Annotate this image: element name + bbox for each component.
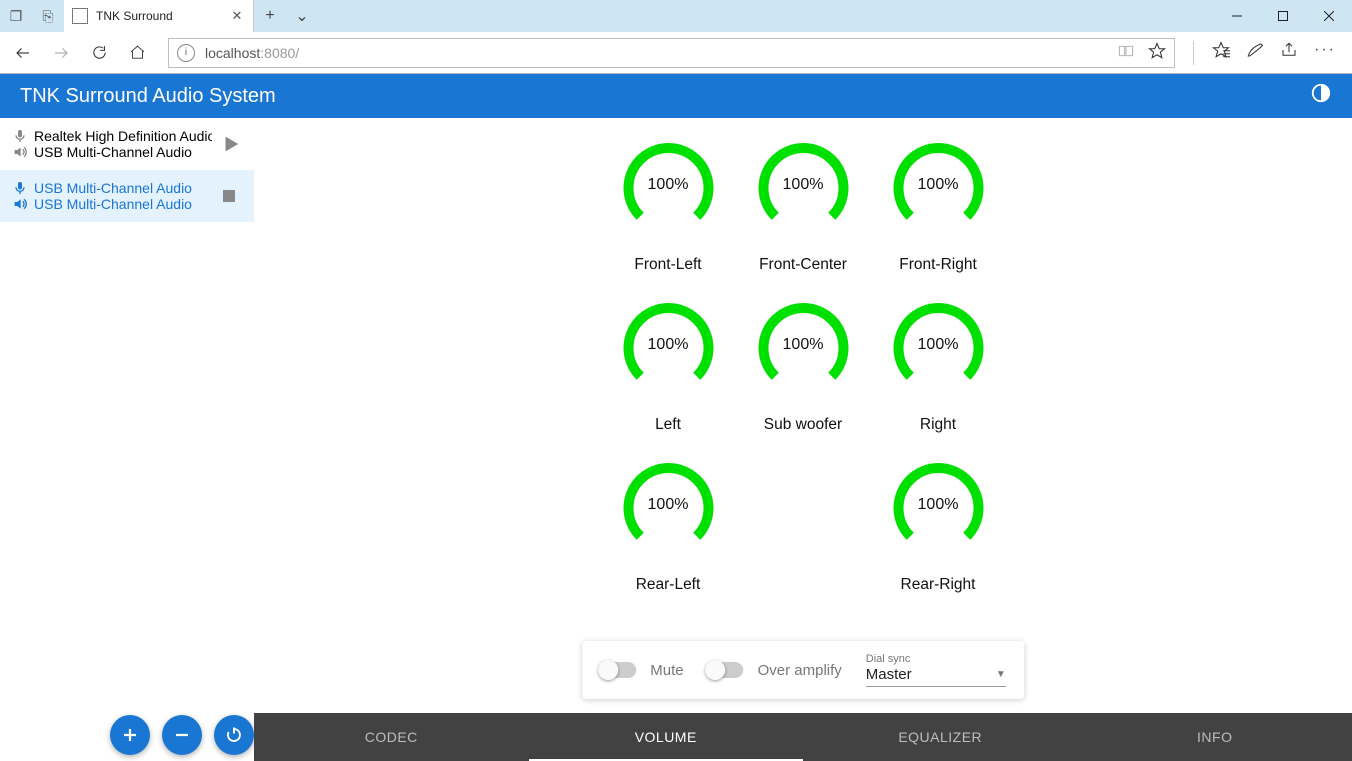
overlapping-windows-icon[interactable]: ❐ [0,8,32,25]
gauge-value: 100% [613,176,723,194]
dial-sync-select-value: Master [866,665,1006,686]
gauge-grid: 100% Front-Left 100% Front-Center 100% Front-… [601,138,1006,610]
device-sidebar: Realtek High Definition AudioUSB Multi-C… [0,118,254,761]
gauge-label: Left [655,416,681,434]
share-icon[interactable] [1280,41,1298,64]
speaker-icon [12,144,28,160]
gauge-label: Rear-Left [636,576,701,594]
browser-tab[interactable]: TNK Surround ✕ [64,0,254,32]
address-bar[interactable]: i localhost:8080/ [168,38,1175,68]
dial-sync-select-label: Dial sync [866,653,1006,665]
over-amplify-toggle-label: Over amplify [758,662,842,679]
volume-gauge[interactable]: 100% Left [601,298,736,450]
volume-gauge[interactable]: 100% Sub woofer [736,298,871,450]
gauge-value: 100% [613,336,723,354]
tab-info[interactable]: INFO [1078,713,1352,761]
tab-favicon-icon [72,8,88,24]
window-maximize-button[interactable] [1260,0,1306,32]
nav-back-button[interactable] [6,36,40,70]
url-host: localhost [205,45,260,61]
volume-gauge[interactable]: 100% Rear-Right [871,458,1006,610]
volume-gauge[interactable]: 100% Front-Center [736,138,871,290]
gauge-value: 100% [883,176,993,194]
device-output-label: USB Multi-Channel Audio [34,144,192,160]
volume-gauge[interactable]: 100% Right [871,298,1006,450]
main-pane: 100% Front-Left 100% Front-Center 100% Front-… [254,118,1352,761]
tabs-dropdown-icon[interactable]: ⌄ [286,6,318,26]
device-item[interactable]: Realtek High Definition AudioUSB Multi-C… [0,118,254,170]
site-info-icon[interactable]: i [177,44,195,62]
nav-home-button[interactable] [120,36,154,70]
add-device-button[interactable] [110,715,150,755]
tab-close-button[interactable]: ✕ [229,8,245,24]
tab-codec[interactable]: CODEC [254,713,529,761]
bottom-tabs: CODECVOLUMEEQUALIZERINFO [254,713,1352,761]
gauge-label: Front-Left [634,256,701,274]
gauge-label: Front-Center [759,256,847,274]
chevron-down-icon: ▼ [996,669,1006,680]
browser-toolbar: i localhost:8080/ ··· [0,32,1352,74]
window-minimize-button[interactable] [1214,0,1260,32]
device-input-label: USB Multi-Channel Audio [34,180,192,196]
mute-toggle-label: Mute [650,662,683,679]
device-input-label: Realtek High Definition Audio [34,128,212,144]
stop-button[interactable] [220,187,248,205]
gauge-label: Sub woofer [764,416,842,434]
controls-card: Mute Over amplify Dial sync Master ▼ [582,641,1024,699]
tab-equalizer[interactable]: EQUALIZER [803,713,1078,761]
window-controls [1214,0,1352,32]
gauge-value: 100% [613,496,723,514]
volume-gauge[interactable]: 100% Front-Right [871,138,1006,290]
url-path: :8080/ [260,45,299,61]
nav-forward-button[interactable] [44,36,78,70]
dial-sync-select[interactable]: Dial sync Master ▼ [866,653,1006,687]
app-header: TNK Surround Audio System [0,74,1352,118]
page-content: TNK Surround Audio System Realtek High D… [0,74,1352,761]
device-output-label: USB Multi-Channel Audio [34,196,192,212]
new-tab-button[interactable]: + [254,7,286,25]
favorites-list-icon[interactable] [1212,41,1230,64]
over-amplify-toggle[interactable] [708,662,744,678]
tab-title: TNK Surround [96,9,229,23]
window-close-button[interactable] [1306,0,1352,32]
tab-groups-icon[interactable]: ⎘ [32,8,64,25]
gauge-value: 100% [883,336,993,354]
app-title: TNK Surround Audio System [20,85,276,108]
nav-refresh-button[interactable] [82,36,116,70]
gauge-value: 100% [748,336,858,354]
volume-gauge[interactable]: 100% Front-Left [601,138,736,290]
play-button[interactable] [220,133,248,155]
gauge-label: Rear-Right [901,576,976,594]
microphone-icon [12,180,28,196]
remove-device-button[interactable] [162,715,202,755]
window-titlebar: ❐ ⎘ TNK Surround ✕ + ⌄ [0,0,1352,32]
device-item[interactable]: USB Multi-Channel AudioUSB Multi-Channel… [0,170,254,222]
gauge-label: Right [920,416,956,434]
restart-button[interactable] [214,715,254,755]
volume-gauge[interactable]: 100% Rear-Left [601,458,736,610]
tab-volume[interactable]: VOLUME [529,713,804,761]
microphone-icon [12,128,28,144]
theme-toggle-icon[interactable] [1310,82,1332,110]
reading-view-icon[interactable] [1118,44,1134,62]
favorite-star-icon[interactable] [1148,42,1166,64]
gauge-value: 100% [883,496,993,514]
more-menu-icon[interactable]: ··· [1314,41,1336,64]
gauge-label: Front-Right [899,256,977,274]
gauge-value: 100% [748,176,858,194]
notes-icon[interactable] [1246,41,1264,64]
speaker-icon [12,196,28,212]
mute-toggle[interactable] [600,662,636,678]
